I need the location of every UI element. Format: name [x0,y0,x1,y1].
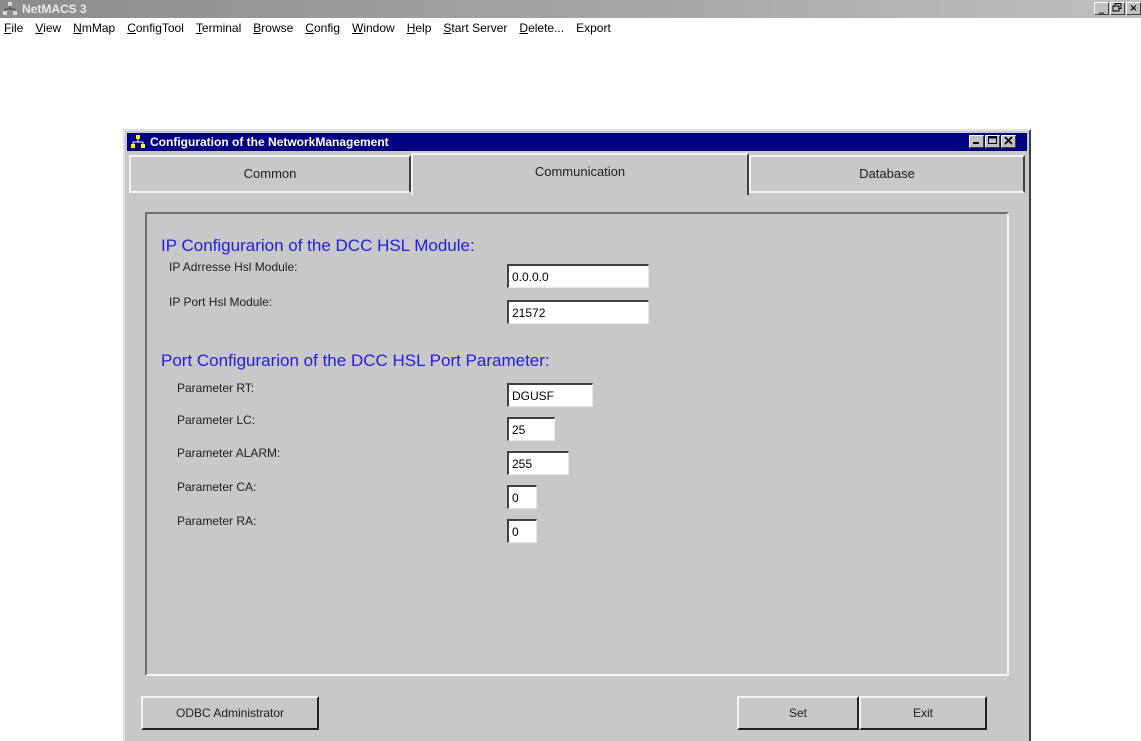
menu-bar: File View NmMap ConfigTool Terminal Browse Con… [0,18,1141,38]
tab-strip: Common Communication Database [129,153,1025,195]
restore-icon [1112,3,1122,12]
menu-delete[interactable]: Delete... [513,21,570,35]
menu-label: onfig [313,21,340,35]
menu-nmmap[interactable]: NmMap [67,21,121,35]
parameter-ca-label: Parameter CA: [177,480,257,494]
menu-label: mMap [81,21,116,35]
parameter-lc-input[interactable] [507,417,555,441]
dialog-maximize-button[interactable] [985,135,1000,148]
menu-mnemonic: C [305,21,314,35]
parameter-rt-label: Parameter RT: [177,381,255,395]
parameter-ra-label: Parameter RA: [177,514,257,528]
menu-mnemonic: N [73,21,82,35]
dialog-close-button[interactable] [1001,135,1016,148]
tab-database[interactable]: Database [749,155,1025,193]
network-icon [130,135,146,149]
set-button[interactable]: Set [737,696,859,730]
parameter-lc-label: Parameter LC: [177,413,256,427]
parameter-alarm-input[interactable] [507,451,569,475]
menu-export[interactable]: Export [570,21,617,35]
menu-label: Export [576,21,611,35]
app-title: NetMACS 3 [22,2,87,16]
menu-label: erminal [201,21,242,35]
dialog-titlebar: Configuration of the NetworkManagement [127,133,1027,151]
ip-port-input[interactable] [507,300,649,324]
menu-terminal[interactable]: Terminal [190,21,247,35]
close-icon [1004,136,1013,145]
menu-mnemonic: D [519,21,529,35]
menu-label: elete... [528,21,565,35]
menu-mnemonic: V [35,21,44,35]
parameter-rt-input[interactable] [507,383,593,407]
minimize-icon [973,142,979,144]
exit-button[interactable]: Exit [859,696,987,730]
menu-label: rowse [261,21,294,35]
dialog-minimize-button[interactable] [969,135,984,148]
port-section-header: Port Configurarion of the DCC HSL Port P… [161,351,550,370]
odbc-administrator-button[interactable]: ODBC Administrator [141,696,319,730]
maximize-button[interactable] [1110,2,1125,15]
communication-panel: IP Configurarion of the DCC HSL Module: … [145,212,1009,676]
menu-help[interactable]: Help [401,21,438,35]
menu-config[interactable]: Config [299,21,346,35]
ip-section-header: IP Configurarion of the DCC HSL Module: [161,236,475,255]
menu-label: elp [415,21,432,35]
menu-label: ile [11,21,24,35]
menu-label: onfigTool [135,21,184,35]
config-dialog: Configuration of the NetworkManagement C… [123,129,1031,741]
parameter-ca-input[interactable] [507,485,537,509]
network-icon [2,2,18,16]
menu-label: indow [363,21,395,35]
tab-common[interactable]: Common [129,155,411,193]
ip-address-input[interactable] [507,264,649,288]
menu-configtool[interactable]: ConfigTool [121,21,190,35]
menu-browse[interactable]: Browse [247,21,299,35]
parameter-alarm-label: Parameter ALARM: [177,446,281,460]
menu-view[interactable]: View [29,21,67,35]
dialog-title: Configuration of the NetworkManagement [150,135,389,149]
menu-label: iew [43,21,62,35]
app-titlebar: NetMACS 3 _ × [0,0,1141,18]
menu-mnemonic: C [127,21,136,35]
close-button[interactable]: × [1126,2,1141,15]
maximize-icon [988,136,997,144]
minimize-button[interactable]: _ [1094,2,1109,15]
ip-port-label: IP Port Hsl Module: [169,295,273,309]
menu-label: tart Server [451,21,508,35]
menu-window[interactable]: Window [346,21,401,35]
ip-address-label: IP Adrresse Hsl Module: [169,260,298,274]
parameter-ra-input[interactable] [507,519,537,543]
menu-mnemonic: W [352,21,364,35]
menu-file[interactable]: File [0,21,29,35]
tab-communication[interactable]: Communication [411,153,749,195]
menu-start-server[interactable]: Start Server [437,21,513,35]
